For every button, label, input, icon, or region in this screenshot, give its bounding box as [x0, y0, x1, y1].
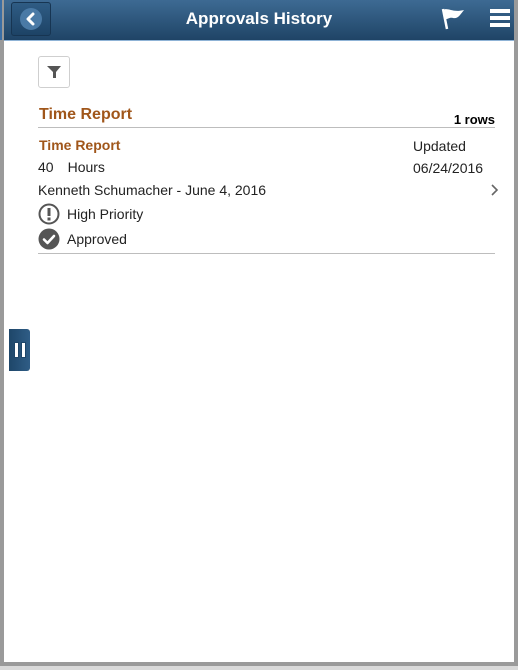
check-circle-icon: [38, 228, 60, 250]
item-title: Time Report: [39, 137, 121, 153]
filter-icon: [47, 66, 61, 78]
updated-date: 06/24/2016: [413, 160, 484, 176]
menu-button[interactable]: [490, 9, 510, 29]
item-person-date: Kenneth Schumacher - June 4, 2016: [38, 182, 267, 198]
status-label: Approved: [67, 231, 127, 247]
list-item[interactable]: Time Report 40 Hours Kenneth Schumacher -…: [38, 133, 499, 254]
header-bar: Approvals History: [4, 0, 514, 41]
status-indicator: Approved: [38, 228, 127, 250]
priority-indicator: High Priority: [38, 203, 143, 225]
hamburger-menu-icon: [490, 9, 510, 13]
quantity-value: 40: [38, 159, 54, 175]
side-panel-toggle[interactable]: [9, 329, 30, 371]
pause-bars-icon: [13, 342, 19, 358]
exclamation-circle-icon: [38, 203, 60, 225]
flag-icon: [441, 8, 464, 30]
filter-button[interactable]: [38, 56, 70, 88]
updated-label: Updated: [413, 138, 466, 154]
rows-count: 1 rows: [453, 112, 495, 127]
app-window: Approvals History Time Report 1 rows Tim…: [0, 0, 518, 666]
quantity-unit: Hours: [67, 159, 105, 175]
item-quantity: 40 Hours: [38, 159, 105, 175]
section-divider: [38, 127, 495, 128]
priority-label: High Priority: [67, 206, 144, 222]
chevron-right-icon[interactable]: [489, 183, 499, 197]
flag-button[interactable]: [440, 7, 466, 31]
page-title: Approvals History: [185, 9, 333, 28]
section-title: Time Report: [39, 106, 133, 123]
